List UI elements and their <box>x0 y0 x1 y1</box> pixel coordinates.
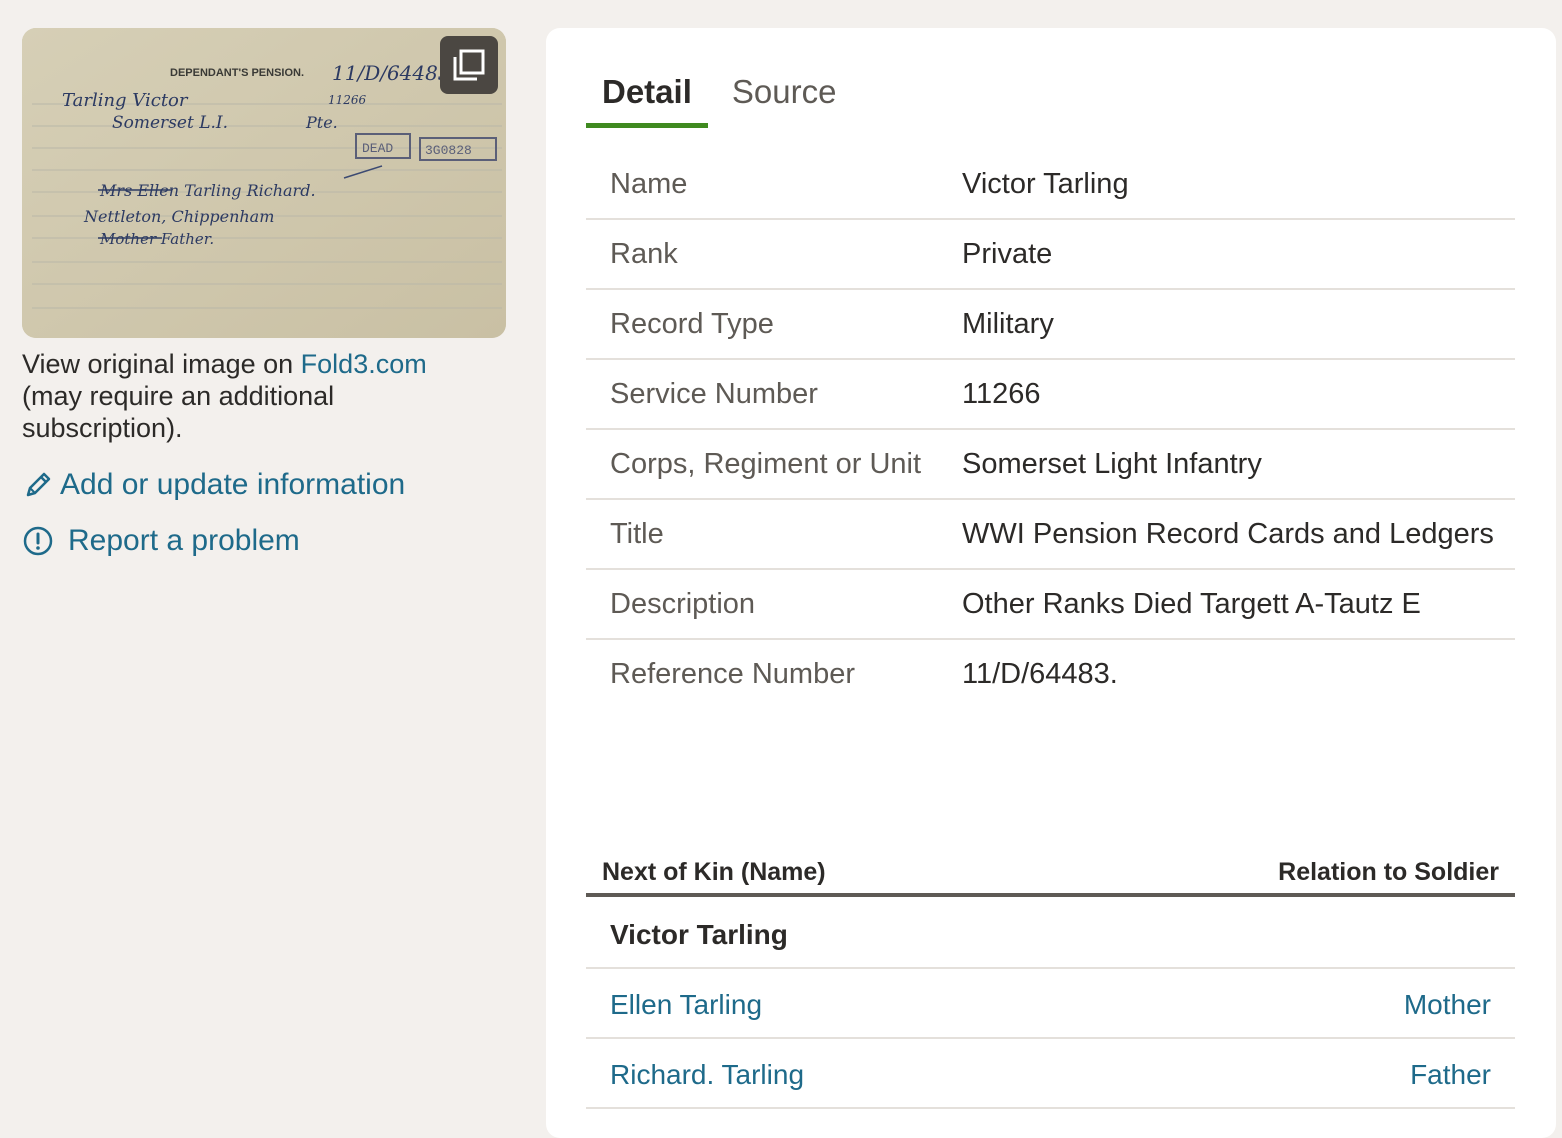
detail-label: Title <box>610 518 664 550</box>
report-problem-link[interactable]: Report a problem <box>22 524 522 558</box>
fold3-link[interactable]: Fold3.com <box>301 349 427 379</box>
report-problem-label: Report a problem <box>68 524 300 557</box>
next-of-kin-table: Next of Kin (Name) Relation to Soldier V… <box>586 854 1515 1109</box>
card-address: Nettleton, Chippenham <box>83 207 274 226</box>
pencil-icon <box>22 469 54 501</box>
detail-row-title: Title WWI Pension Record Cards and Ledge… <box>586 499 1515 569</box>
expand-image-button[interactable] <box>440 36 498 94</box>
kin-name-link[interactable]: Richard. Tarling <box>610 1059 804 1091</box>
detail-value: WWI Pension Record Cards and Ledgers <box>962 518 1494 550</box>
detail-label: Rank <box>610 238 678 270</box>
detail-value: Victor Tarling <box>962 168 1129 200</box>
detail-row-reference-number: Reference Number 11/D/64483. <box>586 639 1515 708</box>
card-name: Tarling Victor <box>62 90 189 111</box>
view-text-prefix: View original image on <box>22 349 301 379</box>
pension-card-image: DEPENDANT'S PENSION. 11/D/64483 11266 Ta… <box>22 28 506 338</box>
card-stamp-number: 3G0828 <box>425 143 472 158</box>
detail-row-description: Description Other Ranks Died Targett A-T… <box>586 569 1515 639</box>
detail-row-rank: Rank Private <box>586 219 1515 289</box>
left-column: DEPENDANT'S PENSION. 11/D/64483 11266 Ta… <box>22 28 522 558</box>
tab-detail[interactable]: Detail <box>586 72 708 128</box>
kin-col-relation: Relation to Soldier <box>1278 858 1499 886</box>
card-stamp: DEAD <box>362 141 393 156</box>
detail-value: Private <box>962 238 1053 270</box>
card-relationship: Mother Father. <box>99 230 214 248</box>
detail-value: Other Ranks Died Targett A-Tautz E <box>962 588 1421 620</box>
card-heading: DEPENDANT'S PENSION. <box>170 67 304 79</box>
tab-bar: Detail Source <box>586 72 860 128</box>
kin-relation[interactable]: Mother <box>1404 989 1491 1021</box>
detail-label: Name <box>610 168 688 200</box>
detail-label: Reference Number <box>610 658 855 690</box>
record-image-thumbnail[interactable]: DEPENDANT'S PENSION. 11/D/64483 11266 Ta… <box>22 28 506 338</box>
kin-header: Next of Kin (Name) Relation to Soldier <box>586 854 1515 897</box>
detail-row-regiment: Corps, Regiment or Unit Somerset Light I… <box>586 429 1515 499</box>
alert-circle-icon <box>22 525 54 557</box>
card-ref: 11/D/64483 <box>332 61 451 85</box>
detail-row-service-number: Service Number 11266 <box>586 359 1515 429</box>
kin-relation[interactable]: Father <box>1410 1059 1491 1091</box>
kin-row: Richard. Tarling Father <box>586 1039 1515 1109</box>
kin-col-name: Next of Kin (Name) <box>602 858 826 886</box>
card-regimental-no: 11266 <box>328 93 367 107</box>
add-update-info-link[interactable]: Add or update information <box>22 468 522 502</box>
card-rank: Pte. <box>305 113 338 132</box>
detail-table: Name Victor Tarling Rank Private Record … <box>586 150 1515 708</box>
detail-label: Corps, Regiment or Unit <box>610 448 922 480</box>
tab-source[interactable]: Source <box>716 72 853 128</box>
detail-value: 11/D/64483. <box>962 658 1118 690</box>
record-detail-panel: Detail Source Name Victor Tarling Rank P… <box>546 28 1556 1138</box>
detail-label: Description <box>610 588 756 620</box>
view-text-suffix: (may require an additional subscription)… <box>22 381 335 443</box>
detail-label: Service Number <box>610 378 818 410</box>
kin-soldier-name: Victor Tarling <box>586 897 1515 969</box>
detail-label: Record Type <box>610 308 774 340</box>
kin-name-link[interactable]: Ellen Tarling <box>610 989 762 1021</box>
expand-gallery-icon <box>453 49 485 81</box>
kin-row: Ellen Tarling Mother <box>586 969 1515 1039</box>
detail-row-name: Name Victor Tarling <box>586 150 1515 219</box>
detail-value: 11266 <box>962 378 1041 410</box>
detail-value: Somerset Light Infantry <box>962 448 1262 480</box>
detail-value: Military <box>962 308 1054 340</box>
view-original-text: View original image on Fold3.com (may re… <box>22 348 492 444</box>
detail-row-record-type: Record Type Military <box>586 289 1515 359</box>
card-regiment: Somerset L.I. <box>112 113 228 133</box>
add-update-info-label: Add or update information <box>60 468 406 501</box>
